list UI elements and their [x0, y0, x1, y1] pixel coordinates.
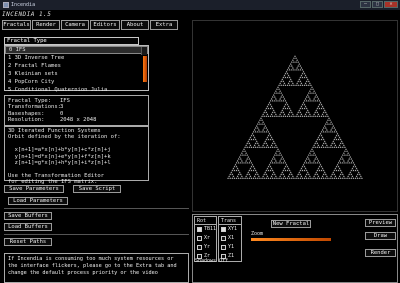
save-buffers-button[interactable]: Save Buffers — [4, 212, 52, 220]
trans-option-label: X1 — [228, 235, 235, 241]
trans-option[interactable]: XY1 — [219, 225, 241, 234]
load-buffers-button[interactable]: Load Buffers — [4, 223, 52, 231]
trans-option-label: XY1 — [228, 226, 238, 232]
list-item[interactable]: 1 3D Inverse Tree — [5, 54, 148, 62]
sierpinski-fractal-image — [226, 54, 364, 180]
zoom-slider-track[interactable] — [251, 238, 331, 241]
trans-option[interactable]: X1 — [219, 234, 241, 243]
close-button[interactable]: ✕ — [384, 1, 398, 8]
rot-option[interactable]: Yr — [195, 243, 216, 252]
new-fractal-button[interactable]: New Fractal — [271, 220, 311, 228]
divider — [4, 234, 189, 235]
trans-table: Trans XY1 X1 Y1 Z1 — [218, 216, 242, 262]
divider — [4, 208, 189, 209]
trans-option-label: Y1 — [228, 244, 235, 250]
checkbox[interactable] — [197, 227, 202, 232]
rot-header: Rot — [195, 217, 216, 225]
info-resolution-value: 2048 x 2048 — [60, 117, 97, 124]
rot-option[interactable]: Xr — [195, 234, 216, 243]
tab-extra[interactable]: Extra — [150, 20, 178, 30]
save-parameters-button[interactable]: Save Parameters — [4, 185, 64, 193]
maximize-button[interactable]: □ — [372, 1, 383, 8]
list-item[interactable]: 3 Kleinian sets — [5, 70, 148, 78]
tab-fractals[interactable]: Fractals — [2, 20, 31, 30]
checkbox[interactable] — [221, 236, 226, 241]
reset-paths-button[interactable]: Reset Paths — [4, 238, 52, 246]
list-scrollbar[interactable] — [141, 47, 147, 82]
window-titlebar: Incendia – □ ✕ — [0, 0, 400, 10]
draw-button[interactable]: Draw — [365, 232, 396, 240]
tab-editors[interactable]: Editors — [90, 20, 120, 30]
rot-option-label: Yr — [204, 244, 211, 250]
save-script-button[interactable]: Save Script — [73, 185, 121, 193]
trans-header: Trans — [219, 217, 241, 225]
control-panel: Rot TB11 Xr Yr Zr Trans XY1 X1 Y1 Z1 Sha… — [192, 214, 398, 283]
shadows-status[interactable]: Shadows Off — [195, 258, 228, 264]
fractal-preview-canvas[interactable] — [192, 20, 398, 212]
tab-camera[interactable]: Camera — [61, 20, 89, 30]
checkbox[interactable] — [221, 245, 226, 250]
checkbox[interactable] — [221, 227, 226, 232]
window-title: Incendia — [11, 2, 36, 8]
checkbox[interactable] — [197, 245, 202, 250]
list-item[interactable]: 0 IFS — [5, 46, 148, 54]
app-icon — [3, 2, 9, 8]
rot-option-label: Xr — [204, 235, 211, 241]
fractal-type-list[interactable]: 0 IFS 1 3D Inverse Tree 2 Fractal Flames… — [4, 45, 149, 94]
rot-table: Rot TB11 Xr Yr Zr — [194, 216, 217, 262]
list-item[interactable]: 4 PopCorn City — [5, 78, 148, 86]
render-button[interactable]: Render — [365, 249, 396, 257]
rot-option[interactable]: TB11 — [195, 225, 216, 234]
tab-render[interactable]: Render — [32, 20, 60, 30]
tab-about[interactable]: About — [121, 20, 149, 30]
trans-option-label: Z1 — [228, 253, 235, 259]
system-message: If Incendia is consuming too much system… — [4, 253, 189, 283]
fractal-info-panel: Fractal Type: IFS Transformations: 3 Bases… — [4, 95, 149, 126]
zoom-label: Zoom — [251, 231, 264, 237]
zoom-slider[interactable]: Zoom — [251, 232, 331, 242]
app-name: INCENDIA 1.5 — [2, 11, 52, 18]
list-item[interactable]: 2 Fractal Flames — [5, 62, 148, 70]
load-parameters-button[interactable]: Load Parameters — [8, 197, 68, 205]
list-item[interactable]: 5 Conditional Quaternion Julia — [5, 86, 148, 94]
preview-button[interactable]: Preview — [365, 219, 396, 227]
minimize-button[interactable]: – — [360, 1, 371, 8]
scrollbar-thumb[interactable] — [143, 56, 147, 82]
checkbox[interactable] — [197, 236, 202, 241]
main-tabs: Fractals Render Camera Editors About Ext… — [2, 20, 189, 30]
rot-option-label: TB11 — [203, 226, 216, 232]
fractal-description: 3D Iterated Function Systems Orbit defin… — [4, 126, 149, 185]
fractal-type-header: Fractal Type — [4, 37, 139, 45]
trans-option[interactable]: Y1 — [219, 243, 241, 252]
info-resolution-label: Resolution: — [8, 117, 45, 124]
